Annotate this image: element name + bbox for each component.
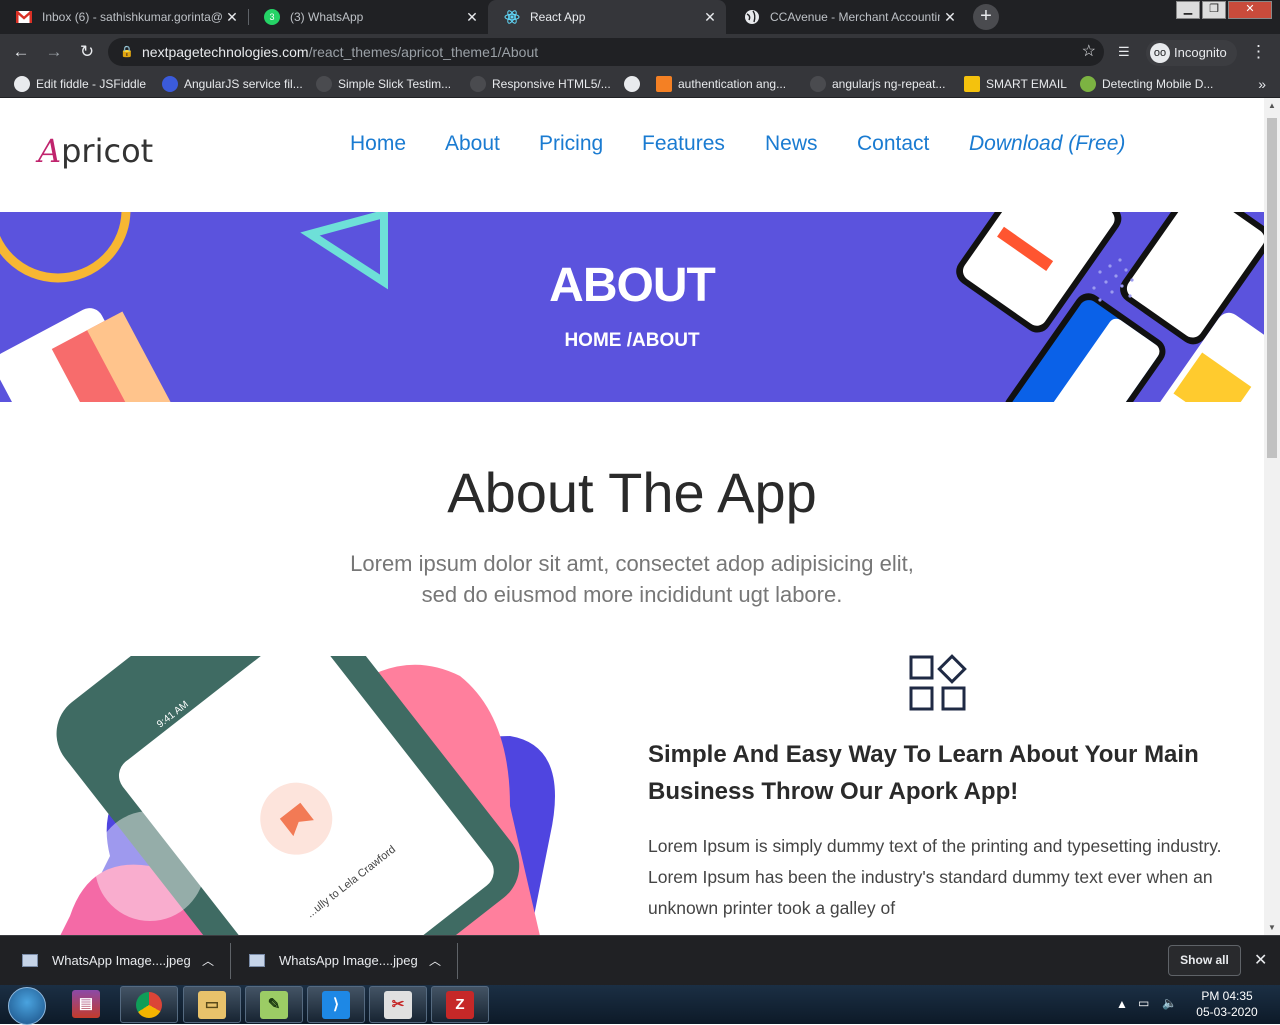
feature-heading: Simple And Easy Way To Learn About Your … — [648, 741, 1199, 805]
nav-download[interactable]: Download (Free) — [969, 132, 1125, 156]
page-banner: ABOUT HOME /ABOUT — [0, 212, 1264, 402]
bookmark-item[interactable]: Detecting Mobile D... — [1080, 70, 1213, 98]
bookmark-item[interactable]: AngularJS service fil... — [162, 70, 303, 98]
vscode-icon[interactable]: ⟩ — [307, 986, 365, 1023]
tab-title: Inbox (6) - sathishkumar.gorinta@ — [42, 10, 222, 24]
section-subtitle: Lorem ipsum dolor sit amt, consectet ado… — [350, 551, 914, 607]
nav-news[interactable]: News — [765, 132, 818, 156]
close-icon[interactable]: ✕ — [1254, 950, 1267, 970]
site-logo[interactable]: Apricot — [38, 132, 153, 170]
scroll-up-icon[interactable]: ▲ — [1268, 101, 1276, 110]
tab-title: React App — [530, 10, 586, 24]
bookmarks-bar: Edit fiddle - JSFiddle AngularJS service… — [0, 70, 1280, 98]
back-arrow-icon[interactable]: ← — [9, 40, 33, 64]
image-file-icon — [249, 954, 265, 968]
file-explorer-icon[interactable]: ▭ — [183, 986, 241, 1023]
gmail-icon — [16, 9, 32, 25]
tab-title: (3) WhatsApp — [290, 10, 364, 24]
tab-search-icon[interactable]: ☰ — [1118, 44, 1130, 60]
bookmark-star-icon[interactable]: ☆ — [1082, 38, 1096, 66]
new-tab-button[interactable]: + — [973, 4, 999, 30]
bookmark-item[interactable]: angularjs ng-repeat... — [810, 70, 945, 98]
tab-react-app[interactable]: React App ✕ — [488, 0, 726, 34]
nav-contact[interactable]: Contact — [857, 132, 929, 156]
notepad-plus-plus-icon[interactable]: ✎ — [245, 986, 303, 1023]
nav-about[interactable]: About — [445, 132, 500, 156]
nav-home[interactable]: Home — [350, 132, 406, 156]
scroll-down-icon[interactable]: ▼ — [1268, 923, 1276, 932]
feature-text: Lorem Ipsum is simply dummy text of the … — [648, 836, 1222, 918]
url-host: nextpagetechnologies.com — [142, 44, 309, 60]
page-title: ABOUT — [549, 259, 716, 312]
tab-whatsapp[interactable]: 3 (3) WhatsApp ✕ — [248, 0, 488, 34]
stackoverflow-icon — [656, 75, 672, 92]
tab-gmail[interactable]: Inbox (6) - sathishkumar.gorinta@ ✕ — [0, 0, 248, 34]
incognito-badge[interactable]: oo Incognito — [1146, 40, 1237, 66]
tab-ccavenue[interactable]: CCAvenue - Merchant Accounting ✕ — [728, 0, 966, 34]
bookmark-item[interactable]: authentication ang... — [656, 70, 786, 98]
incognito-label: Incognito — [1174, 45, 1227, 60]
chrome-icon[interactable] — [120, 986, 178, 1023]
incognito-icon: oo — [1150, 43, 1170, 63]
bookmark-item[interactable]: SMART EMAIL — [964, 70, 1067, 98]
bookmark-item[interactable]: Simple Slick Testim... — [316, 70, 451, 98]
close-icon[interactable]: ✕ — [700, 9, 720, 26]
close-icon[interactable]: ✕ — [940, 9, 960, 26]
browser-toolbar: ← → ↻ 🔒 nextpagetechnologies.com/react_t… — [0, 34, 1280, 70]
tab-strip: Inbox (6) - sathishkumar.gorinta@ ✕ 3 (3… — [0, 0, 1280, 34]
downloads-bar: WhatsApp Image....jpeg ︿ WhatsApp Image.… — [0, 935, 1280, 985]
web-page: Apricot Home About Pricing Features News… — [0, 98, 1264, 935]
url-path: /react_themes/apricot_theme1/About — [308, 44, 539, 60]
menu-icon[interactable]: ⋮ — [1250, 42, 1267, 62]
close-icon[interactable]: ✕ — [222, 9, 242, 26]
show-all-button[interactable]: Show all — [1168, 945, 1241, 976]
smart-email-icon — [964, 75, 980, 92]
download-item[interactable]: WhatsApp Image....jpeg — [22, 936, 191, 986]
phone-illustration: 9:41 AM ...ully to Lela Crawford — [56, 656, 555, 935]
react-icon — [504, 9, 520, 25]
bookmark-item[interactable] — [624, 70, 646, 98]
filezilla-icon[interactable]: Z — [431, 986, 489, 1023]
page-icon — [810, 75, 826, 92]
lock-icon: 🔒 — [120, 46, 134, 58]
section-title: About The App — [447, 461, 817, 524]
bookmark-item[interactable]: Responsive HTML5/... — [470, 70, 611, 98]
leaf-icon — [1080, 75, 1096, 92]
minimize-button[interactable]: ▁ — [1176, 1, 1200, 19]
jsfiddle-icon — [14, 75, 30, 92]
image-file-icon — [22, 954, 38, 968]
tray-expand-icon[interactable]: ▲ — [1116, 997, 1128, 1011]
address-bar[interactable]: 🔒 nextpagetechnologies.com/react_themes/… — [108, 38, 1104, 66]
download-item[interactable]: WhatsApp Image....jpeg — [249, 936, 418, 986]
page-icon — [470, 75, 486, 92]
nav-pricing[interactable]: Pricing — [539, 132, 603, 156]
whatsapp-icon: 3 — [264, 9, 280, 25]
volume-muted-icon[interactable]: 🔈 — [1162, 996, 1177, 1010]
chevron-up-icon[interactable]: ︿ — [202, 936, 214, 986]
start-button[interactable] — [8, 987, 46, 1025]
winrar-icon[interactable]: ▤ — [72, 990, 100, 1018]
nav-features[interactable]: Features — [642, 132, 725, 156]
forward-arrow-icon[interactable]: → — [42, 40, 66, 64]
page-icon — [316, 75, 332, 92]
reload-icon[interactable]: ↻ — [75, 40, 99, 64]
system-clock[interactable]: PM 04:35 05-03-2020 — [1190, 988, 1264, 1020]
scroll-thumb[interactable] — [1267, 118, 1277, 458]
snipping-tool-icon[interactable]: ✂ — [369, 986, 427, 1023]
page-scrollbar[interactable]: ▲ ▼ — [1264, 98, 1280, 935]
close-icon[interactable]: ✕ — [462, 9, 482, 26]
tab-title: CCAvenue - Merchant Accounting — [770, 10, 940, 24]
chevron-up-icon[interactable]: ︿ — [429, 936, 441, 986]
bookmark-item[interactable]: Edit fiddle - JSFiddle — [14, 70, 146, 98]
globe-icon — [744, 9, 760, 25]
cloud-icon — [162, 75, 178, 92]
globe-icon — [624, 75, 640, 92]
maximize-button[interactable]: ❐ — [1202, 1, 1226, 19]
window-close-button[interactable]: ✕ — [1228, 1, 1272, 19]
network-icon[interactable]: ▭ — [1138, 996, 1149, 1010]
bookmarks-overflow-icon[interactable]: » — [1258, 70, 1266, 98]
apps-grid-icon — [909, 654, 967, 711]
windows-taskbar: ▤ ▭ ✎ ⟩ ✂ Z ▲ ▭ 🔈 PM 04:35 05-03-2020 — [0, 985, 1280, 1025]
breadcrumb[interactable]: HOME /ABOUT — [0, 330, 1264, 352]
